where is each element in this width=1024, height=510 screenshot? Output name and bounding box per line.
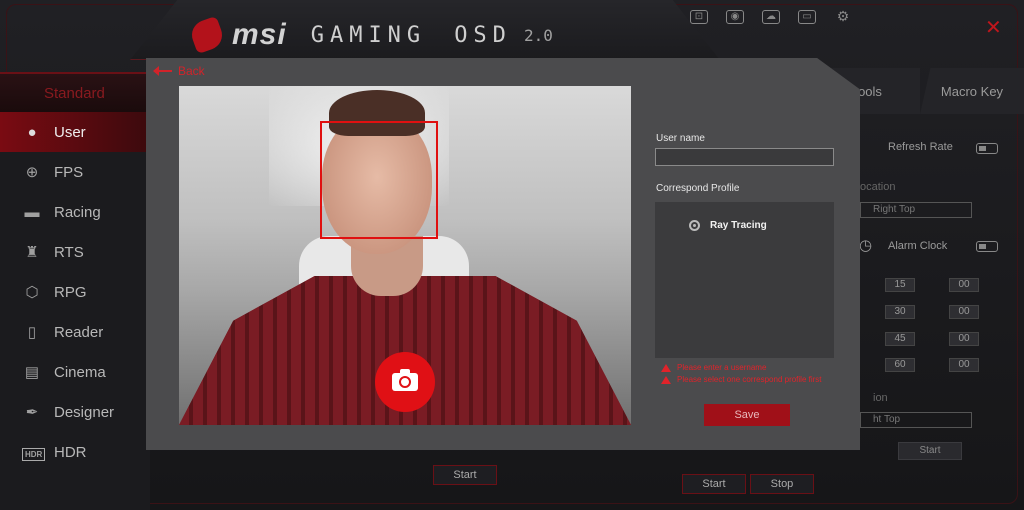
error-text: Please enter a username	[677, 363, 767, 372]
book-icon: ▯	[27, 324, 37, 341]
rook-icon: ♜	[25, 244, 39, 261]
alarm-seconds-3[interactable]: 00	[949, 332, 979, 346]
alarm-seconds-1[interactable]: 00	[949, 278, 979, 292]
sidebar-item-label: HDR	[54, 443, 87, 461]
gear-icon[interactable]: ⚙	[834, 9, 852, 24]
alarm-minutes-3[interactable]: 45	[885, 332, 915, 346]
cloud-icon[interactable]: ☁	[762, 10, 780, 24]
profile-option-ray-tracing[interactable]: Ray Tracing	[689, 220, 767, 231]
back-button[interactable]: Back	[153, 64, 205, 78]
user-icon: ●	[27, 123, 37, 141]
alarm-clock-label: Alarm Clock	[888, 240, 948, 252]
timer-start-button[interactable]: Start	[898, 442, 962, 460]
alarm-clock-toggle[interactable]	[976, 241, 998, 252]
pen-icon: ✒	[25, 404, 39, 421]
radio-icon	[689, 220, 700, 231]
sidebar-item-cinema[interactable]: ▤ Cinema	[0, 352, 150, 392]
save-button[interactable]: Save	[704, 404, 790, 426]
capture-photo-button[interactable]	[375, 352, 435, 412]
start-button-left[interactable]: Start	[433, 465, 497, 485]
capture-icon[interactable]: ◉	[726, 10, 744, 24]
app-window: msi GAMING OSD 2.0 ⊡ ◉ ☁ ▭ ⚙ ✕ Standard …	[0, 0, 1024, 510]
right-settings-panel: Refresh Rate ocation Right Top ◷ Alarm C…	[855, 114, 1015, 474]
error-profile: Please select one correspond profile fir…	[661, 375, 822, 384]
back-label: Back	[178, 64, 205, 78]
profile-list: Ray Tracing	[655, 202, 834, 358]
sidebar-item-label: Racing	[54, 203, 101, 221]
alarm-minutes-1[interactable]: 15	[885, 278, 915, 292]
sidebar-item-label: User	[54, 123, 86, 141]
sidebar-item-label: Reader	[54, 323, 104, 341]
crosshair-icon: ⊕	[25, 164, 39, 181]
alarm-minutes-2[interactable]: 30	[885, 305, 915, 319]
sidebar-item-designer[interactable]: ✒ Designer	[0, 392, 150, 432]
error-text: Please select one correspond profile fir…	[677, 375, 822, 384]
warning-icon	[661, 363, 671, 372]
sidebar-item-rpg[interactable]: ⬡ RPG	[0, 272, 150, 312]
profile-option-label: Ray Tracing	[710, 220, 767, 231]
location-label: ocation	[860, 181, 896, 193]
alarm-minutes-4[interactable]: 60	[885, 358, 915, 372]
logo-gaming: GAMING	[310, 22, 427, 48]
logo-version: 2.0	[523, 25, 553, 45]
close-icon[interactable]: ✕	[985, 18, 1002, 38]
sidebar-item-hdr[interactable]: HDR HDR	[0, 432, 150, 472]
tab-macro-key[interactable]: Macro Key	[920, 68, 1024, 114]
logo-brand: msi	[232, 18, 287, 51]
sidebar-item-rts[interactable]: ♜ RTS	[0, 232, 150, 272]
location2-select[interactable]: ht Top	[860, 412, 972, 428]
webcam-preview	[179, 86, 631, 425]
sidebar-item-fps[interactable]: ⊕ FPS	[0, 152, 150, 192]
sidebar-item-reader[interactable]: ▯ Reader	[0, 312, 150, 352]
logo-osd: OSD	[454, 22, 512, 48]
error-username: Please enter a username	[661, 363, 766, 372]
clock-icon: ◷	[859, 237, 873, 254]
location-select[interactable]: Right Top	[860, 202, 972, 218]
location2-label: ion	[873, 392, 888, 404]
sidebar-item-label: RTS	[54, 243, 84, 261]
refresh-rate-toggle[interactable]	[976, 143, 998, 154]
camera-icon	[392, 369, 418, 391]
toolbar-icons: ⊡ ◉ ☁ ▭ ⚙	[690, 9, 852, 24]
start-button-right[interactable]: Start	[682, 474, 746, 494]
face-detection-box	[320, 121, 438, 239]
sidebar-item-label: FPS	[54, 163, 84, 181]
sidebar-item-label: RPG	[54, 283, 87, 301]
sidebar: Standard ● User ⊕ FPS ▬ Racing ♜ RTS ⬡ R…	[0, 72, 150, 510]
car-icon: ▬	[24, 203, 40, 221]
username-label: User name	[656, 133, 705, 144]
sidebar-item-user[interactable]: ● User	[0, 112, 150, 152]
refresh-rate-label: Refresh Rate	[888, 141, 953, 153]
app-logo: msi GAMING OSD 2.0	[187, 15, 553, 55]
arrow-left-icon	[153, 66, 172, 76]
sidebar-item-label: Designer	[54, 403, 115, 421]
film-icon: ▤	[24, 364, 40, 381]
profile-label: Correspond Profile	[656, 183, 740, 194]
msi-dragon-icon	[187, 15, 227, 55]
alarm-seconds-2[interactable]: 00	[949, 305, 979, 319]
sidebar-item-label: Cinema	[54, 363, 106, 381]
sidebar-heading[interactable]: Standard	[0, 72, 150, 112]
monitor-icon[interactable]: ▭	[798, 10, 816, 24]
cube-icon: ⬡	[25, 284, 39, 301]
stop-button[interactable]: Stop	[750, 474, 814, 494]
screenshot-icon[interactable]: ⊡	[690, 10, 708, 24]
hdr-icon-label: HDR	[22, 447, 46, 461]
username-input[interactable]	[655, 148, 834, 166]
sidebar-item-racing[interactable]: ▬ Racing	[0, 192, 150, 232]
alarm-seconds-4[interactable]: 00	[949, 358, 979, 372]
hdr-icon: HDR	[22, 444, 46, 461]
warning-icon	[661, 375, 671, 384]
